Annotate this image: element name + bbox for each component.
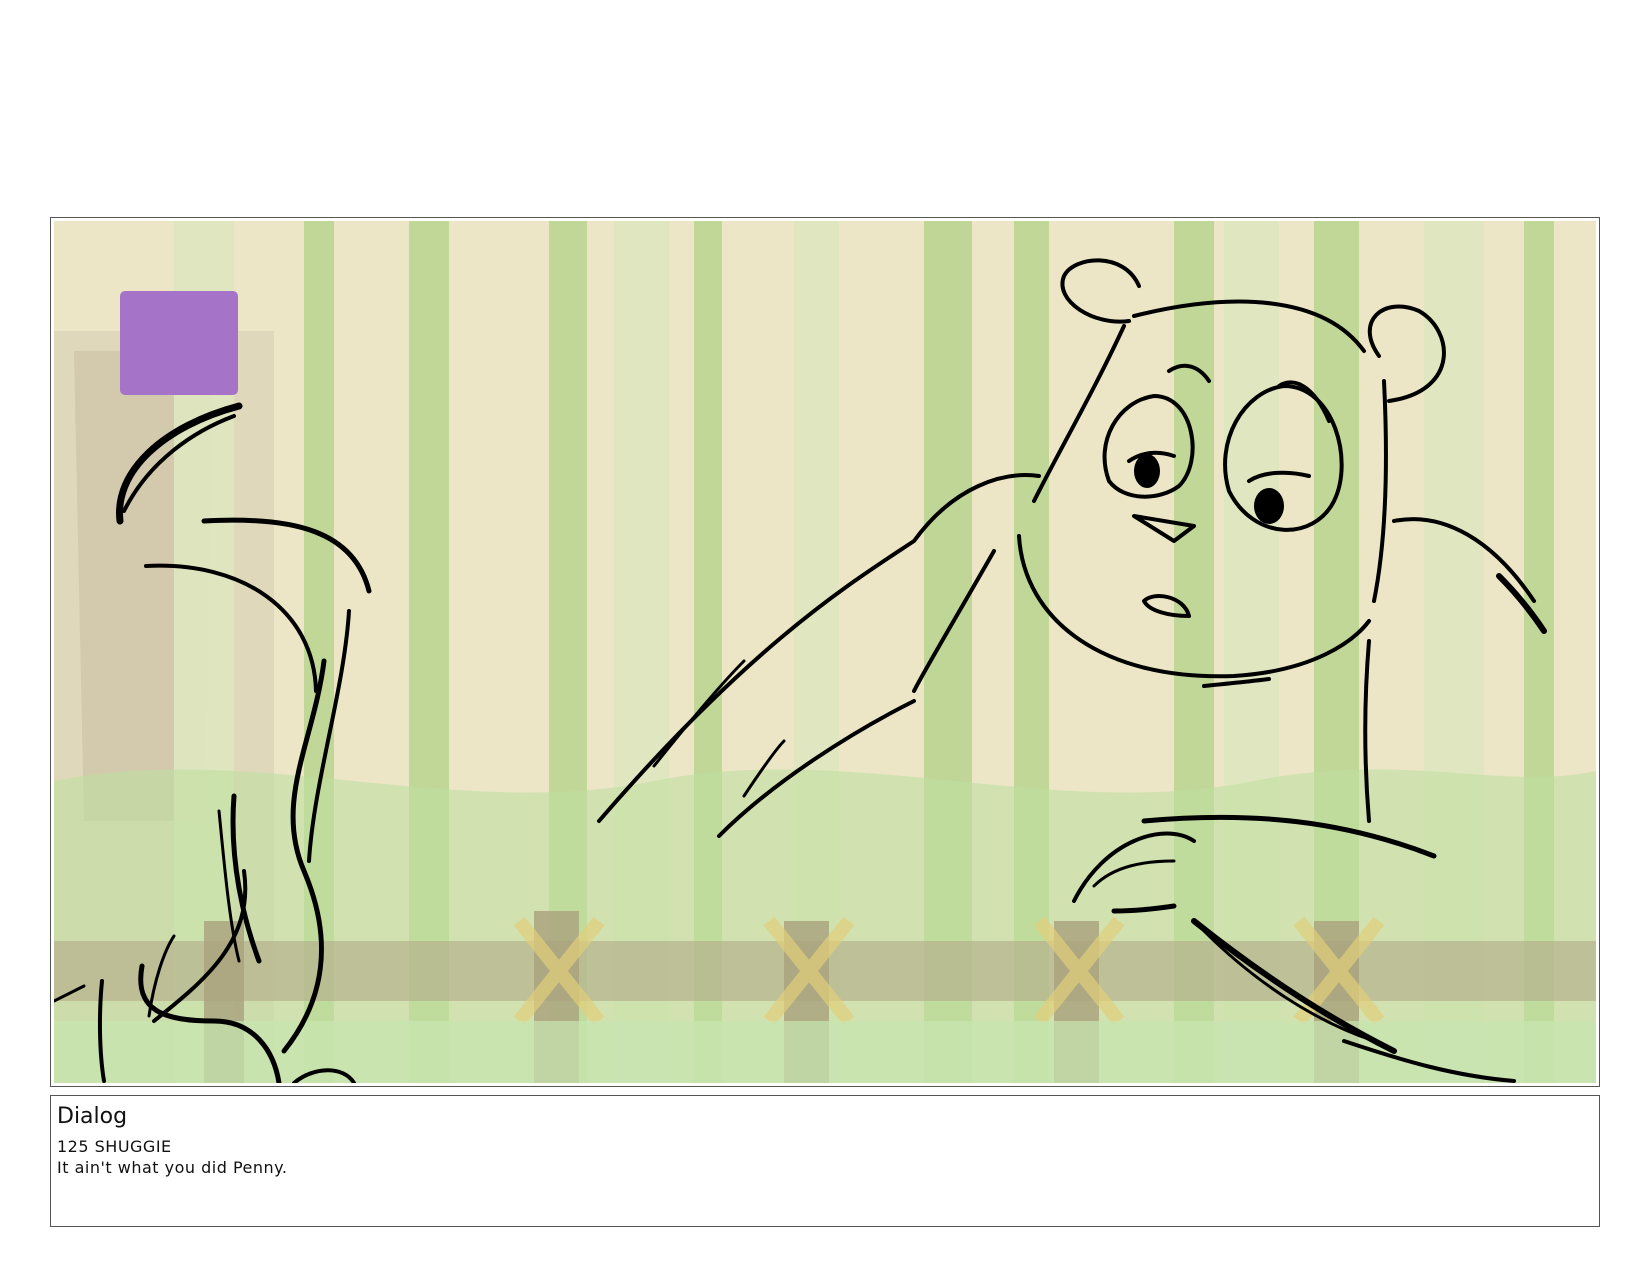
storyboard-panel (50, 217, 1600, 1087)
dialog-box: Dialog 125 SHUGGIE It ain't what you did… (50, 1095, 1600, 1227)
dialog-text: It ain't what you did Penny. (57, 1158, 288, 1177)
color-marker-square (120, 291, 238, 395)
dialog-speaker: 125 SHUGGIE (57, 1137, 172, 1156)
panel-sketch-image (54, 221, 1596, 1083)
dialog-heading: Dialog (57, 1104, 128, 1129)
